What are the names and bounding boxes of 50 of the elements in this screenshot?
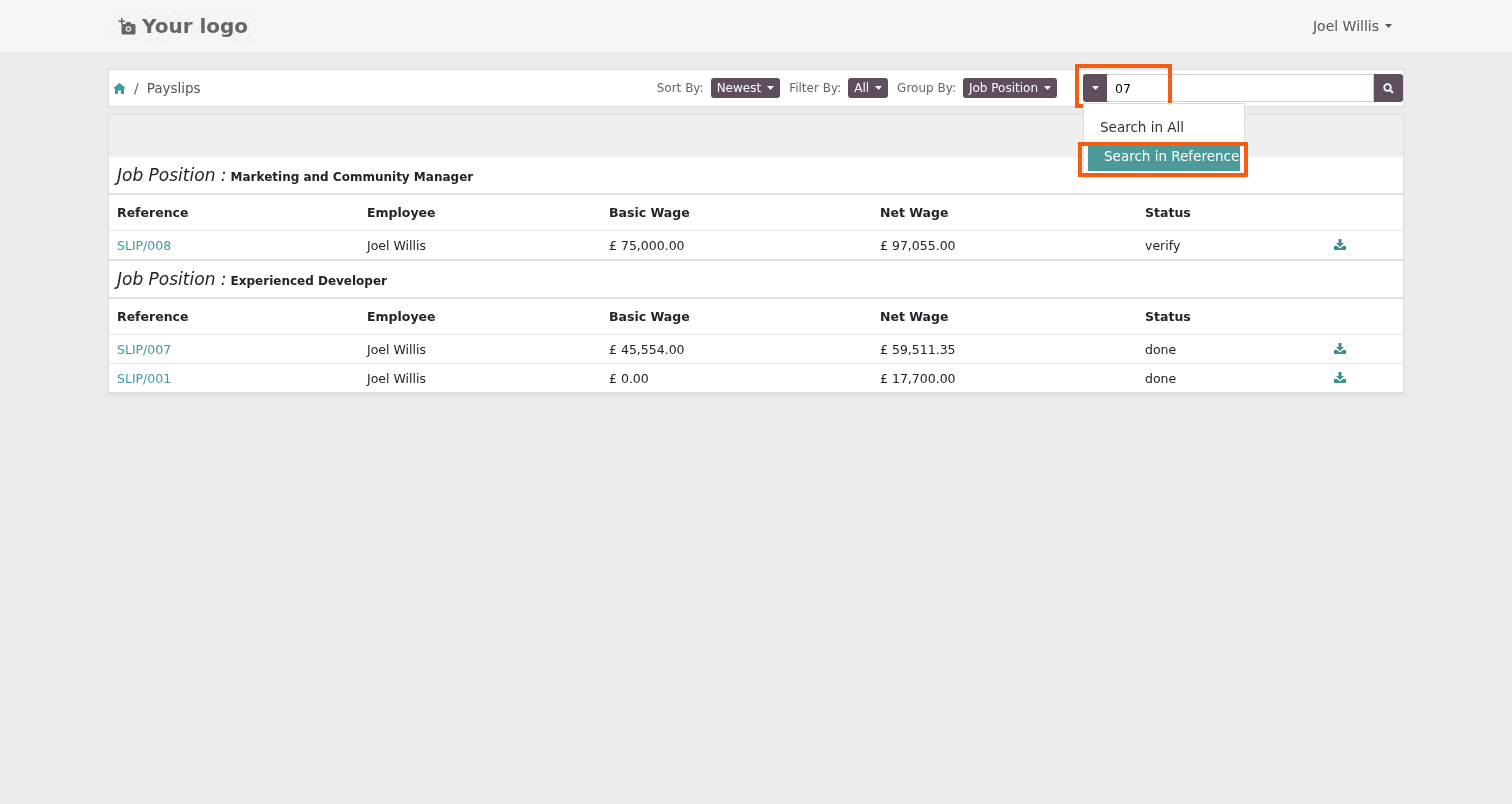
logo-text: Your logo <box>142 14 249 38</box>
column-header: Basic Wage <box>601 195 872 231</box>
search-icon <box>1383 82 1394 94</box>
column-header: Employee <box>359 299 601 335</box>
search-button[interactable] <box>1374 74 1403 102</box>
caret-icon <box>1091 86 1099 90</box>
table-cell: done <box>1145 341 1177 357</box>
control-label: Filter By: <box>789 81 842 95</box>
dropdown-button[interactable]: Newest <box>710 78 781 98</box>
home-icon[interactable] <box>113 82 126 94</box>
table-cell: Joel Willis <box>367 237 426 253</box>
control-label: Group By: <box>897 81 956 95</box>
table-cell: £ 17,700.00 <box>880 370 956 386</box>
table-cell: £ 97,055.00 <box>880 237 956 253</box>
group-value: Marketing and Community Manager <box>230 170 474 184</box>
column-header: Reference <box>109 299 359 335</box>
download-icon[interactable] <box>1334 342 1346 354</box>
column-header: Net Wage <box>872 195 1137 231</box>
group-value: Experienced Developer <box>230 274 387 288</box>
table-cell: Joel Willis <box>367 341 426 357</box>
logo[interactable]: Your logo <box>108 10 257 42</box>
table-cell: £ 0.00 <box>609 370 649 386</box>
column-header: Status <box>1137 195 1314 231</box>
control-label: Sort By: <box>656 81 704 95</box>
table-cell: £ 59,511.35 <box>880 341 956 357</box>
camera-icon <box>118 17 136 35</box>
download-icon[interactable] <box>1334 371 1346 383</box>
column-header: Basic Wage <box>601 299 872 335</box>
column-header: Net Wage <box>872 299 1137 335</box>
table-cell: done <box>1145 370 1177 386</box>
caret-icon <box>1385 24 1392 28</box>
download-icon[interactable] <box>1334 238 1346 250</box>
column-header: Status <box>1137 299 1314 335</box>
dropdown-button[interactable]: All <box>848 78 889 98</box>
caret-icon <box>767 86 775 90</box>
table-cell: Joel Willis <box>367 370 426 386</box>
caret-icon <box>875 86 883 90</box>
breadcrumb-separator: / <box>134 80 139 96</box>
table-cell: £ 75,000.00 <box>609 237 685 253</box>
table-cell: £ 45,554.00 <box>609 341 685 357</box>
table-cell: verify <box>1145 237 1181 253</box>
dropdown-button[interactable]: Job Position <box>962 78 1057 98</box>
user-menu[interactable]: Joel Willis <box>1306 17 1398 35</box>
breadcrumb-current: Payslips <box>146 80 201 96</box>
column-header: Employee <box>359 195 601 231</box>
menu-item[interactable]: Search in All <box>1084 113 1244 142</box>
column-header: Reference <box>109 195 359 231</box>
search-scope-toggle[interactable] <box>1083 74 1107 102</box>
search-field[interactable]: 07 <box>1107 74 1374 102</box>
caret-icon <box>1044 86 1051 90</box>
